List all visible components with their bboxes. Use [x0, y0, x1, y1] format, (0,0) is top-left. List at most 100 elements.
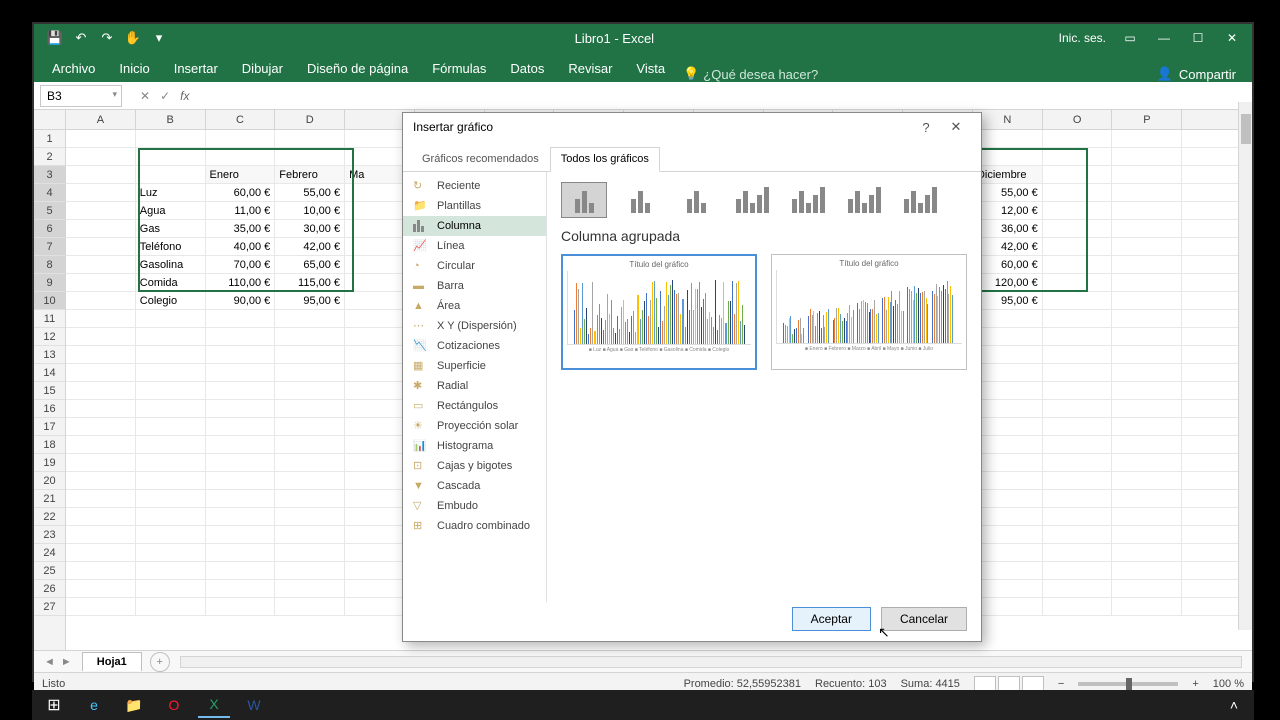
row-header[interactable]: 15	[34, 382, 65, 400]
row-header[interactable]: 16	[34, 400, 65, 418]
column-subtype-3[interactable]	[729, 182, 775, 218]
cell[interactable]	[206, 130, 276, 148]
ribbon-options-icon[interactable]: ▭	[1120, 31, 1140, 45]
column-subtype-1[interactable]	[617, 182, 663, 218]
cell[interactable]	[136, 418, 206, 436]
cell[interactable]	[973, 364, 1043, 382]
cell[interactable]	[973, 580, 1043, 598]
cell[interactable]	[66, 472, 136, 490]
cell[interactable]	[206, 544, 276, 562]
sheet-next-icon[interactable]: ►	[61, 656, 72, 668]
cell[interactable]	[1112, 346, 1182, 364]
cell[interactable]	[136, 580, 206, 598]
cell[interactable]	[1043, 364, 1113, 382]
cell[interactable]	[1043, 544, 1113, 562]
cell[interactable]	[973, 418, 1043, 436]
minimize-icon[interactable]: —	[1154, 31, 1174, 45]
cell[interactable]	[1043, 382, 1113, 400]
redo-icon[interactable]: ↷	[100, 31, 114, 45]
category-reciente[interactable]: ↻Reciente	[403, 176, 546, 196]
maximize-icon[interactable]: ☐	[1188, 31, 1208, 45]
tab-inicio[interactable]: Inicio	[107, 55, 161, 82]
cell[interactable]	[66, 184, 136, 202]
column-header[interactable]: C	[206, 110, 276, 129]
cell[interactable]	[1043, 580, 1113, 598]
zoom-level[interactable]: 100 %	[1213, 678, 1244, 690]
cell[interactable]	[1112, 526, 1182, 544]
cell[interactable]	[1112, 580, 1182, 598]
row-header[interactable]: 27	[34, 598, 65, 616]
cell[interactable]	[1112, 382, 1182, 400]
cancel-button[interactable]: Cancelar	[881, 607, 967, 631]
cell[interactable]	[275, 130, 345, 148]
row-header[interactable]: 4	[34, 184, 65, 202]
row-header[interactable]: 24	[34, 544, 65, 562]
cell[interactable]	[206, 472, 276, 490]
column-header[interactable]: N	[973, 110, 1043, 129]
cell[interactable]	[1043, 400, 1113, 418]
tab-formulas[interactable]: Fórmulas	[420, 55, 498, 82]
cell[interactable]	[66, 436, 136, 454]
cell[interactable]	[136, 562, 206, 580]
vertical-scrollbar[interactable]	[1238, 102, 1252, 630]
chart-preview-1[interactable]: Título del gráfico ■ Luz ■ Agua ■ Gas ■ …	[561, 254, 757, 370]
row-header[interactable]: 19	[34, 454, 65, 472]
cell[interactable]	[66, 292, 136, 310]
sheet-tab-hoja1[interactable]: Hoja1	[82, 652, 142, 671]
cell[interactable]	[136, 328, 206, 346]
cell[interactable]	[275, 400, 345, 418]
cell[interactable]	[1043, 562, 1113, 580]
cell[interactable]	[1043, 310, 1113, 328]
cell[interactable]	[66, 364, 136, 382]
tab-insertar[interactable]: Insertar	[162, 55, 230, 82]
cell[interactable]	[66, 580, 136, 598]
cell[interactable]	[973, 310, 1043, 328]
cell[interactable]	[973, 382, 1043, 400]
cell[interactable]	[973, 346, 1043, 364]
cell[interactable]	[206, 580, 276, 598]
row-header[interactable]: 3	[34, 166, 65, 184]
row-header[interactable]: 26	[34, 580, 65, 598]
cell[interactable]	[1112, 256, 1182, 274]
cell[interactable]	[1043, 454, 1113, 472]
cell[interactable]	[1112, 220, 1182, 238]
cell[interactable]	[275, 490, 345, 508]
column-subtype-6[interactable]	[897, 182, 943, 218]
cell[interactable]	[275, 436, 345, 454]
cell[interactable]	[973, 436, 1043, 454]
cell[interactable]	[136, 310, 206, 328]
category-cajasybigotes[interactable]: ⊡Cajas y bigotes	[403, 456, 546, 476]
select-all-corner[interactable]	[34, 110, 65, 130]
excel-taskbar-icon[interactable]: X	[198, 692, 230, 718]
cell[interactable]	[206, 346, 276, 364]
cell[interactable]	[1112, 508, 1182, 526]
row-header[interactable]: 13	[34, 346, 65, 364]
dialog-close-icon[interactable]: ✕	[941, 119, 971, 135]
row-header[interactable]: 1	[34, 130, 65, 148]
cell[interactable]	[66, 400, 136, 418]
cell[interactable]	[275, 544, 345, 562]
explorer-icon[interactable]: 📁	[118, 692, 150, 718]
add-sheet-button[interactable]: +	[150, 652, 170, 672]
cell[interactable]	[136, 382, 206, 400]
cell[interactable]	[66, 238, 136, 256]
cell[interactable]	[1043, 508, 1113, 526]
cell[interactable]	[1043, 472, 1113, 490]
cell[interactable]	[275, 562, 345, 580]
tab-diseno[interactable]: Diseño de página	[295, 55, 420, 82]
cell[interactable]	[66, 454, 136, 472]
cell[interactable]	[1043, 436, 1113, 454]
cell[interactable]	[275, 346, 345, 364]
cell[interactable]	[206, 400, 276, 418]
cell[interactable]	[206, 490, 276, 508]
start-icon[interactable]: ⊞	[38, 692, 70, 718]
cell[interactable]	[136, 526, 206, 544]
cell[interactable]	[66, 490, 136, 508]
cell[interactable]	[1112, 310, 1182, 328]
tab-all-charts[interactable]: Todos los gráficos	[550, 147, 660, 172]
qat-more-icon[interactable]: ▾	[152, 31, 166, 45]
cell[interactable]	[1112, 184, 1182, 202]
cell[interactable]	[973, 598, 1043, 616]
cell[interactable]	[1112, 562, 1182, 580]
category-xydispersin[interactable]: ⋯X Y (Dispersión)	[403, 316, 546, 336]
